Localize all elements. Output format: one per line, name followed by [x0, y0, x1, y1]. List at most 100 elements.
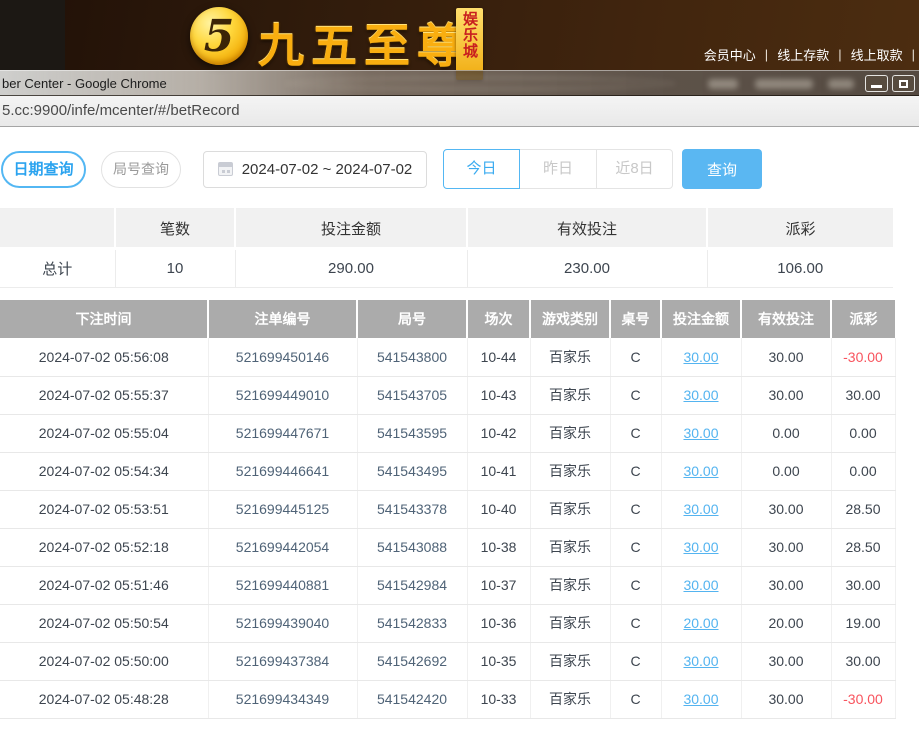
maximize-button[interactable] — [892, 75, 915, 92]
summary-header-count: 笔数 — [115, 209, 235, 249]
cell-payout: 28.50 — [831, 490, 895, 528]
cell-session: 10-42 — [467, 414, 530, 452]
window-title-bar: ber Center - Google Chrome — [0, 70, 919, 96]
table-row: 2024-07-02 05:54:34521699446641541543495… — [0, 452, 895, 490]
last-8-days-button[interactable]: 近8日 — [596, 149, 673, 189]
cell-amount: 30.00 — [661, 376, 741, 414]
date-range-value: 2024-07-02 ~ 2024-07-02 — [242, 161, 413, 178]
cell-time: 2024-07-02 05:52:18 — [0, 528, 208, 566]
brand-logo-icon: 5 — [190, 7, 248, 65]
cell-payout: -30.00 — [831, 338, 895, 376]
page-url: 5.cc:9900/infe/mcenter/#/betRecord — [2, 102, 240, 119]
cell-amount: 30.00 — [661, 566, 741, 604]
cell-bet-id: 521699442054 — [208, 528, 357, 566]
blurred-info — [828, 79, 854, 89]
summary-total-label: 总计 — [0, 249, 115, 288]
cell-payout: 28.50 — [831, 528, 895, 566]
cell-table: C — [610, 642, 661, 680]
decorative-swirl — [285, 77, 675, 90]
cell-valid: 30.00 — [741, 642, 831, 680]
bet-amount-link[interactable]: 30.00 — [683, 425, 718, 441]
cell-bet-id: 521699447671 — [208, 414, 357, 452]
column-header-payout: 派彩 — [831, 300, 895, 338]
summary-header-valid-bet: 有效投注 — [467, 209, 707, 249]
cell-payout: 0.00 — [831, 452, 895, 490]
cell-amount: 30.00 — [661, 414, 741, 452]
address-bar[interactable]: 5.cc:9900/infe/mcenter/#/betRecord — [0, 96, 919, 127]
bet-amount-link[interactable]: 30.00 — [683, 577, 718, 593]
cell-game: 百家乐 — [530, 604, 610, 642]
brand-title: 九五至尊 — [258, 10, 470, 76]
today-button[interactable]: 今日 — [443, 149, 520, 189]
summary-header-bet-amount: 投注金额 — [235, 209, 467, 249]
cell-bet-id: 521699449010 — [208, 376, 357, 414]
cell-amount: 30.00 — [661, 528, 741, 566]
cell-round: 541543595 — [357, 414, 467, 452]
summary-header-row: 笔数 投注金额 有效投注 派彩 — [0, 209, 893, 249]
cell-round: 541543800 — [357, 338, 467, 376]
search-button[interactable]: 查询 — [682, 149, 762, 189]
nav-separator: | — [838, 47, 841, 62]
site-header: 5 九五至尊 娱乐城 会员中心 | 线上存款 | 线上取款 | — [0, 0, 919, 70]
bet-amount-link[interactable]: 30.00 — [683, 691, 718, 707]
date-query-tab[interactable]: 日期查询 — [1, 151, 86, 188]
cell-bet-id: 521699440881 — [208, 566, 357, 604]
column-header-bet-id: 注单编号 — [208, 300, 357, 338]
date-range-input[interactable]: 2024-07-02 ~ 2024-07-02 — [203, 151, 427, 188]
round-query-tab[interactable]: 局号查询 — [101, 151, 181, 188]
table-row: 2024-07-02 05:50:54521699439040541542833… — [0, 604, 895, 642]
cell-time: 2024-07-02 05:51:46 — [0, 566, 208, 604]
cell-round: 541542833 — [357, 604, 467, 642]
cell-payout: 30.00 — [831, 376, 895, 414]
yesterday-button[interactable]: 昨日 — [520, 149, 597, 189]
online-deposit-link[interactable]: 线上存款 — [777, 45, 829, 64]
maximize-icon — [899, 80, 908, 88]
member-center-link[interactable]: 会员中心 — [704, 45, 756, 64]
cell-round: 541543705 — [357, 376, 467, 414]
cell-session: 10-37 — [467, 566, 530, 604]
cell-game: 百家乐 — [530, 452, 610, 490]
cell-bet-id: 521699445125 — [208, 490, 357, 528]
cell-game: 百家乐 — [530, 338, 610, 376]
bet-amount-link[interactable]: 30.00 — [683, 501, 718, 517]
cell-payout: 30.00 — [831, 566, 895, 604]
cell-payout: 19.00 — [831, 604, 895, 642]
cell-valid: 30.00 — [741, 528, 831, 566]
cell-table: C — [610, 376, 661, 414]
cell-amount: 30.00 — [661, 680, 741, 718]
cell-table: C — [610, 490, 661, 528]
cell-bet-id: 521699446641 — [208, 452, 357, 490]
cell-amount: 30.00 — [661, 490, 741, 528]
cell-time: 2024-07-02 05:53:51 — [0, 490, 208, 528]
summary-valid-bet-value: 230.00 — [467, 249, 707, 288]
cell-session: 10-36 — [467, 604, 530, 642]
table-row: 2024-07-02 05:55:37521699449010541543705… — [0, 376, 895, 414]
column-header-table-no: 桌号 — [610, 300, 661, 338]
summary-total-row: 总计 10 290.00 230.00 106.00 — [0, 249, 893, 288]
header-nav: 会员中心 | 线上存款 | 线上取款 | — [704, 45, 915, 64]
cell-round: 541543495 — [357, 452, 467, 490]
bet-amount-link[interactable]: 30.00 — [683, 387, 718, 403]
header-dark-strip — [0, 0, 65, 70]
calendar-icon — [218, 162, 233, 176]
bet-amount-link[interactable]: 30.00 — [683, 539, 718, 555]
cell-round: 541543088 — [357, 528, 467, 566]
filter-row: 日期查询 局号查询 2024-07-02 ~ 2024-07-02 今日 昨日 … — [0, 149, 919, 189]
cell-amount: 30.00 — [661, 338, 741, 376]
bet-table-header-row: 下注时间 注单编号 局号 场次 游戏类别 桌号 投注金额 有效投注 派彩 — [0, 300, 895, 338]
cell-valid: 30.00 — [741, 566, 831, 604]
minimize-button[interactable] — [865, 75, 888, 92]
cell-time: 2024-07-02 05:55:04 — [0, 414, 208, 452]
bet-amount-link[interactable]: 30.00 — [683, 653, 718, 669]
online-withdraw-link[interactable]: 线上取款 — [851, 45, 903, 64]
cell-bet-id: 521699450146 — [208, 338, 357, 376]
bet-amount-link[interactable]: 20.00 — [683, 615, 718, 631]
bet-amount-link[interactable]: 30.00 — [683, 463, 718, 479]
column-header-valid-bet: 有效投注 — [741, 300, 831, 338]
cell-session: 10-38 — [467, 528, 530, 566]
bet-amount-link[interactable]: 30.00 — [683, 349, 718, 365]
blurred-info — [755, 79, 813, 89]
cell-bet-id: 521699434349 — [208, 680, 357, 718]
cell-game: 百家乐 — [530, 566, 610, 604]
cell-amount: 30.00 — [661, 452, 741, 490]
